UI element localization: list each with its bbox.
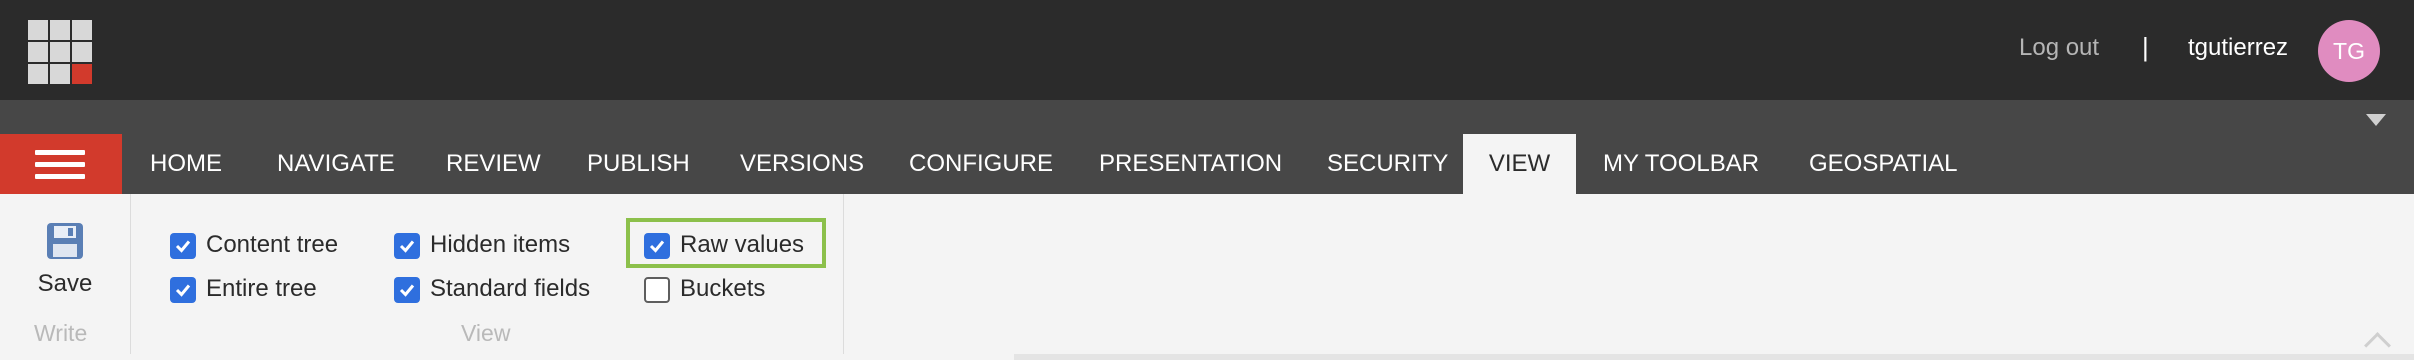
tab-versions[interactable]: VERSIONS: [740, 134, 864, 194]
tab-presentation[interactable]: PRESENTATION: [1099, 134, 1282, 194]
hamburger-menu-button[interactable]: [0, 134, 122, 194]
tab-geospatial[interactable]: GEOSPATIAL: [1809, 134, 1958, 194]
checkbox-checked-icon: [394, 277, 420, 303]
tab-my-toolbar[interactable]: MY TOOLBAR: [1603, 134, 1759, 194]
content-tree-label: Content tree: [206, 231, 339, 258]
ribbon-bottom-line: [1014, 354, 2414, 360]
checkbox-checked-icon: [170, 233, 196, 259]
tab-configure[interactable]: CONFIGURE: [909, 134, 1053, 194]
save-button[interactable]: Save: [20, 222, 110, 312]
tab-security[interactable]: SECURITY: [1327, 134, 1448, 194]
logout-link[interactable]: Log out: [2019, 34, 2099, 62]
ribbon-collapse-icon[interactable]: [2366, 114, 2386, 126]
write-group-label: Write: [34, 320, 88, 346]
group-divider: [130, 194, 131, 354]
avatar[interactable]: TG: [2318, 20, 2380, 82]
raw-values-label: Raw values: [680, 231, 805, 258]
tab-navigate[interactable]: NAVIGATE: [277, 134, 395, 194]
floppy-disk-icon: [47, 223, 83, 259]
ribbon-tab-bar: HOME NAVIGATE REVIEW PUBLISH VERSIONS CO…: [0, 100, 2414, 194]
standard-fields-label: Standard fields: [430, 275, 591, 302]
tab-view[interactable]: VIEW: [1463, 134, 1576, 194]
checkbox-unchecked-icon: [644, 277, 670, 303]
tab-home[interactable]: HOME: [150, 134, 222, 194]
checkbox-checked-icon: [394, 233, 420, 259]
checkbox-checked-icon: [170, 277, 196, 303]
entire-tree-label: Entire tree: [206, 275, 317, 302]
hidden-items-label: Hidden items: [430, 231, 571, 258]
app-logo-icon[interactable]: [28, 20, 92, 84]
tab-publish[interactable]: PUBLISH: [587, 134, 690, 194]
header-separator: |: [2142, 32, 2149, 62]
group-divider: [843, 194, 844, 354]
view-group-label: View: [461, 320, 511, 346]
username[interactable]: tgutierrez: [2188, 34, 2288, 62]
top-bar: Log out | tgutierrez TG: [0, 0, 2414, 100]
ribbon-panel: Save Write Content tree Entire tree Hidd…: [0, 194, 2414, 360]
save-label: Save: [37, 270, 93, 297]
tab-review[interactable]: REVIEW: [446, 134, 541, 194]
checkbox-checked-icon: [644, 233, 670, 259]
buckets-label: Buckets: [680, 275, 766, 302]
